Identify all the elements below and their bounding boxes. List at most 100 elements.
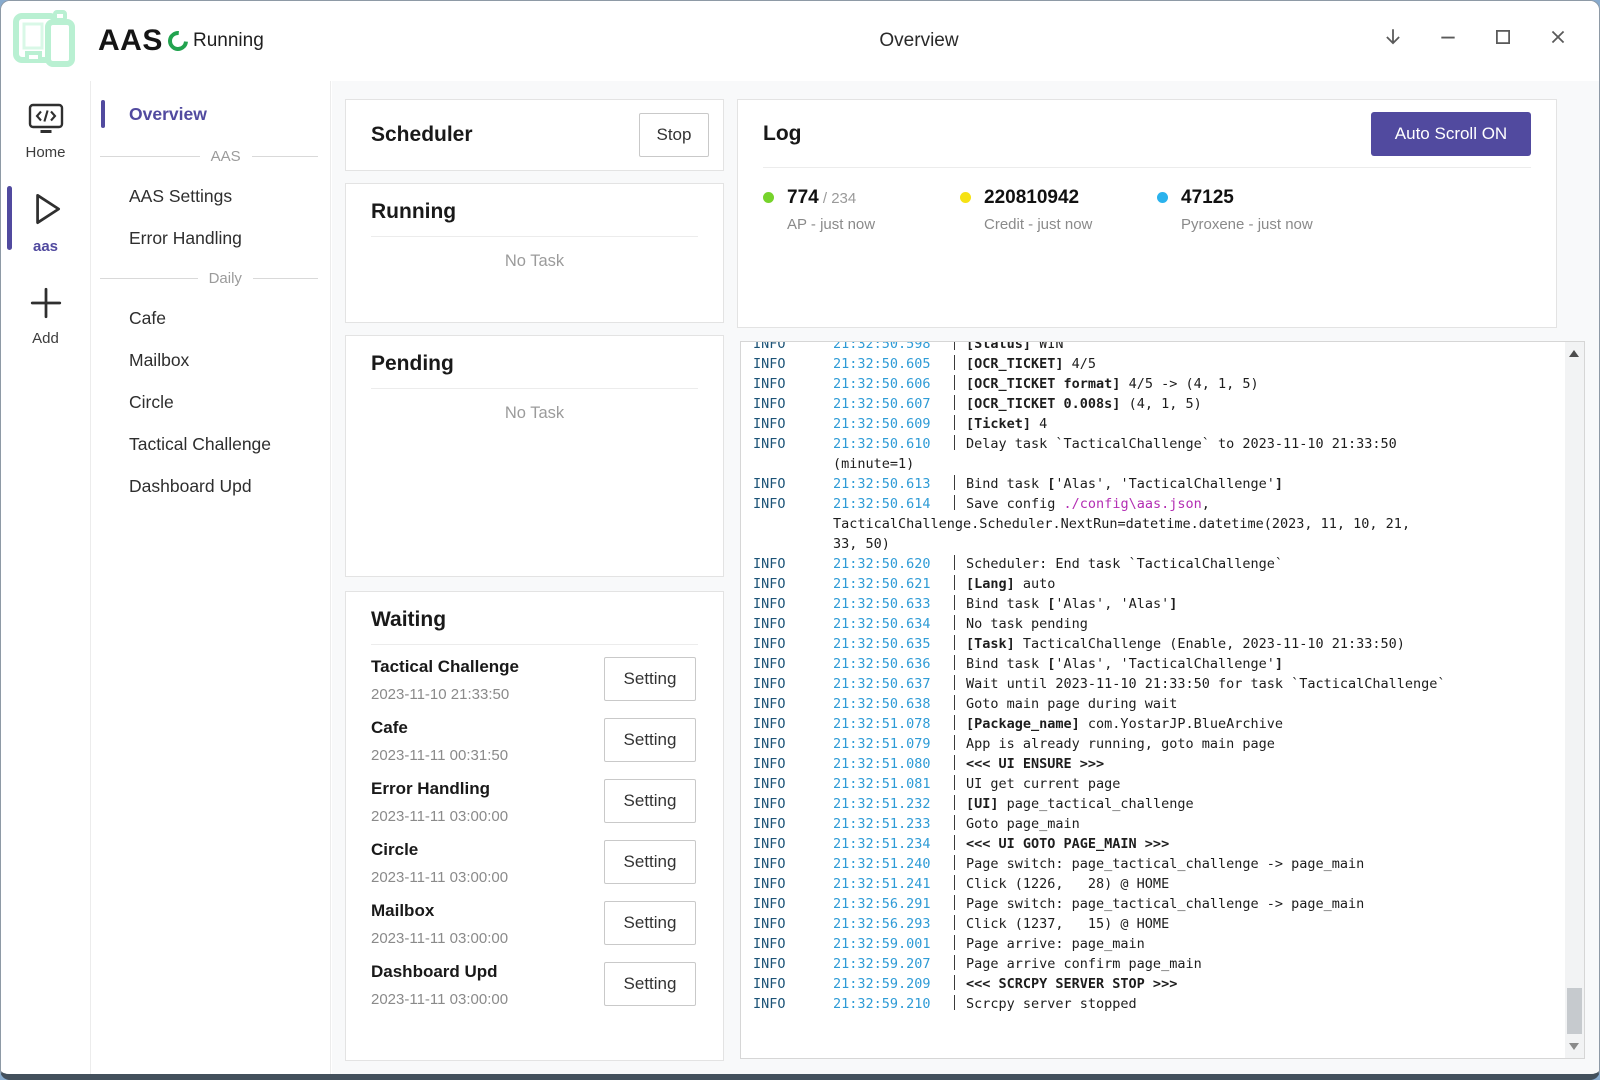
nav-item[interactable]: Tactical Challenge (92, 423, 330, 465)
stop-button[interactable]: Stop (639, 113, 709, 157)
log-level: INFO (753, 434, 833, 454)
nav-item[interactable]: Dashboard Upd (92, 465, 330, 507)
log-separator (954, 655, 955, 670)
maximize-icon[interactable] (1475, 13, 1530, 61)
log-line: INFO21:32:51.080<<< UI ENSURE >>> (753, 754, 1554, 774)
log-level: INFO (753, 494, 833, 514)
active-indicator (7, 186, 12, 250)
log-separator (954, 875, 955, 890)
log-message: Goto main page during wait (966, 696, 1177, 712)
nav-active-indicator (101, 100, 105, 128)
scrollbar-down-icon[interactable] (1569, 1043, 1579, 1050)
log-separator (954, 435, 955, 450)
status-label: Running (193, 30, 264, 52)
log-message: Save config ./config\aas.json, (966, 496, 1210, 512)
log-line: INFO21:32:50.610Delay task `TacticalChal… (753, 434, 1554, 454)
scrollbar-thumb[interactable] (1567, 988, 1582, 1034)
scrollbar-up-icon[interactable] (1569, 350, 1579, 357)
log-level: INFO (753, 934, 833, 954)
scheduler-status: Running (168, 30, 264, 52)
log-separator (954, 595, 955, 610)
log-separator (954, 995, 955, 1010)
log-line: INFO21:32:50.637Wait until 2023-11-10 21… (753, 674, 1554, 694)
nav-item[interactable]: AAS Settings (92, 175, 330, 217)
log-message: Bind task ['Alas', 'TacticalChallenge'] (966, 656, 1283, 672)
rail-item-aas[interactable]: aas (1, 189, 90, 255)
nav-item[interactable]: Error Handling (92, 217, 330, 259)
setting-button[interactable]: Setting (604, 962, 696, 1006)
rail-item-home[interactable]: Home (1, 103, 90, 161)
nav-item[interactable]: Mailbox (92, 339, 330, 381)
log-timestamp: 21:32:50.638 (833, 694, 954, 714)
nav-group-items: Cafe Mailbox Circle Tactical Challenge D… (92, 297, 330, 507)
nav-groups: AAS AAS Settings Error Handling (92, 137, 330, 507)
log-timestamp: 21:32:51.240 (833, 854, 954, 874)
log-message: Page switch: page_tactical_challenge -> … (966, 896, 1364, 912)
log-message: (minute=1) (833, 456, 914, 472)
titlebar: AAS Running Overview (1, 1, 1599, 81)
log-line: INFO21:32:50.605[OCR_TICKET] 4/5 (753, 354, 1554, 374)
close-icon[interactable] (1530, 13, 1585, 61)
log-separator (954, 475, 955, 490)
log-timestamp: 21:32:50.605 (833, 354, 954, 374)
log-timestamp: 21:32:50.621 (833, 574, 954, 594)
log-title: Log (763, 122, 801, 146)
minimize-icon[interactable] (1420, 13, 1475, 61)
log-scrollbar[interactable] (1565, 342, 1584, 1058)
log-timestamp: 21:32:50.634 (833, 614, 954, 634)
nav-item[interactable]: Circle (92, 381, 330, 423)
log-timestamp: 21:32:59.001 (833, 934, 954, 954)
log-line: TacticalChallenge.Scheduler.NextRun=date… (753, 514, 1554, 534)
log-timestamp: 21:32:50.606 (833, 374, 954, 394)
log-line: INFO21:32:50.621[Lang] auto (753, 574, 1554, 594)
log-separator (954, 775, 955, 790)
log-line: INFO21:32:59.207Page arrive confirm page… (753, 954, 1554, 974)
log-separator (954, 635, 955, 650)
log-message: Scrcpy server stopped (966, 996, 1137, 1012)
log-separator (954, 495, 955, 510)
log-line: INFO21:32:50.635[Task] TacticalChallenge… (753, 634, 1554, 654)
log-message: Bind task ['Alas', 'Alas'] (966, 596, 1177, 612)
stat-item: 47125 Pyroxene - just now (1157, 187, 1354, 233)
nav-item[interactable]: Cafe (92, 297, 330, 339)
log-timestamp: 21:32:51.081 (833, 774, 954, 794)
setting-button[interactable]: Setting (604, 718, 696, 762)
nav-menu: Overview AAS AAS Settings Error H (92, 81, 331, 1074)
setting-button[interactable]: Setting (604, 657, 696, 701)
log-timestamp: 21:32:51.233 (833, 814, 954, 834)
setting-button[interactable]: Setting (604, 901, 696, 945)
log-message: Click (1237, 15) @ HOME (966, 916, 1169, 932)
log-line: INFO21:32:50.606[OCR_TICKET format] 4/5 … (753, 374, 1554, 394)
log-separator (954, 615, 955, 630)
dashboard-stats: 774 / 234 AP - just now 220810942 Credit… (763, 187, 1531, 233)
log-message: Goto page_main (966, 816, 1080, 832)
auto-scroll-button[interactable]: Auto Scroll ON (1371, 112, 1531, 156)
nav-group-divider: Daily (92, 259, 330, 297)
pending-panel: Pending No Task (345, 335, 724, 577)
running-empty-text: No Task (346, 252, 723, 271)
log-timestamp: 21:32:56.291 (833, 894, 954, 914)
download-arrow-icon[interactable] (1365, 13, 1420, 61)
log-timestamp: 21:32:51.232 (833, 794, 954, 814)
log-line: INFO21:32:51.081UI get current page (753, 774, 1554, 794)
setting-button[interactable]: Setting (604, 779, 696, 823)
log-level: INFO (753, 654, 833, 674)
log-console[interactable]: INFO21:32:50.598[Status] WININFO21:32:50… (740, 341, 1585, 1059)
nav-item-overview[interactable]: Overview (92, 97, 330, 131)
log-level: INFO (753, 394, 833, 414)
log-message: TacticalChallenge.Scheduler.NextRun=date… (833, 516, 1410, 532)
setting-button[interactable]: Setting (604, 840, 696, 884)
log-separator (954, 415, 955, 430)
pending-title: Pending (371, 352, 454, 375)
nav-group-divider: AAS (92, 137, 330, 175)
rail-item-add[interactable]: Add (1, 285, 90, 347)
log-separator (954, 341, 955, 350)
log-line: INFO21:32:50.607[OCR_TICKET 0.008s] (4, … (753, 394, 1554, 414)
log-line: INFO21:32:56.291Page switch: page_tactic… (753, 894, 1554, 914)
home-icon (28, 103, 64, 140)
log-message: <<< UI GOTO PAGE_MAIN >>> (966, 836, 1169, 852)
log-console-content: INFO21:32:50.598[Status] WININFO21:32:50… (753, 341, 1554, 1014)
log-message: Page arrive confirm page_main (966, 956, 1202, 972)
icon-rail: Home aas Add (1, 81, 91, 1074)
log-separator (954, 355, 955, 370)
